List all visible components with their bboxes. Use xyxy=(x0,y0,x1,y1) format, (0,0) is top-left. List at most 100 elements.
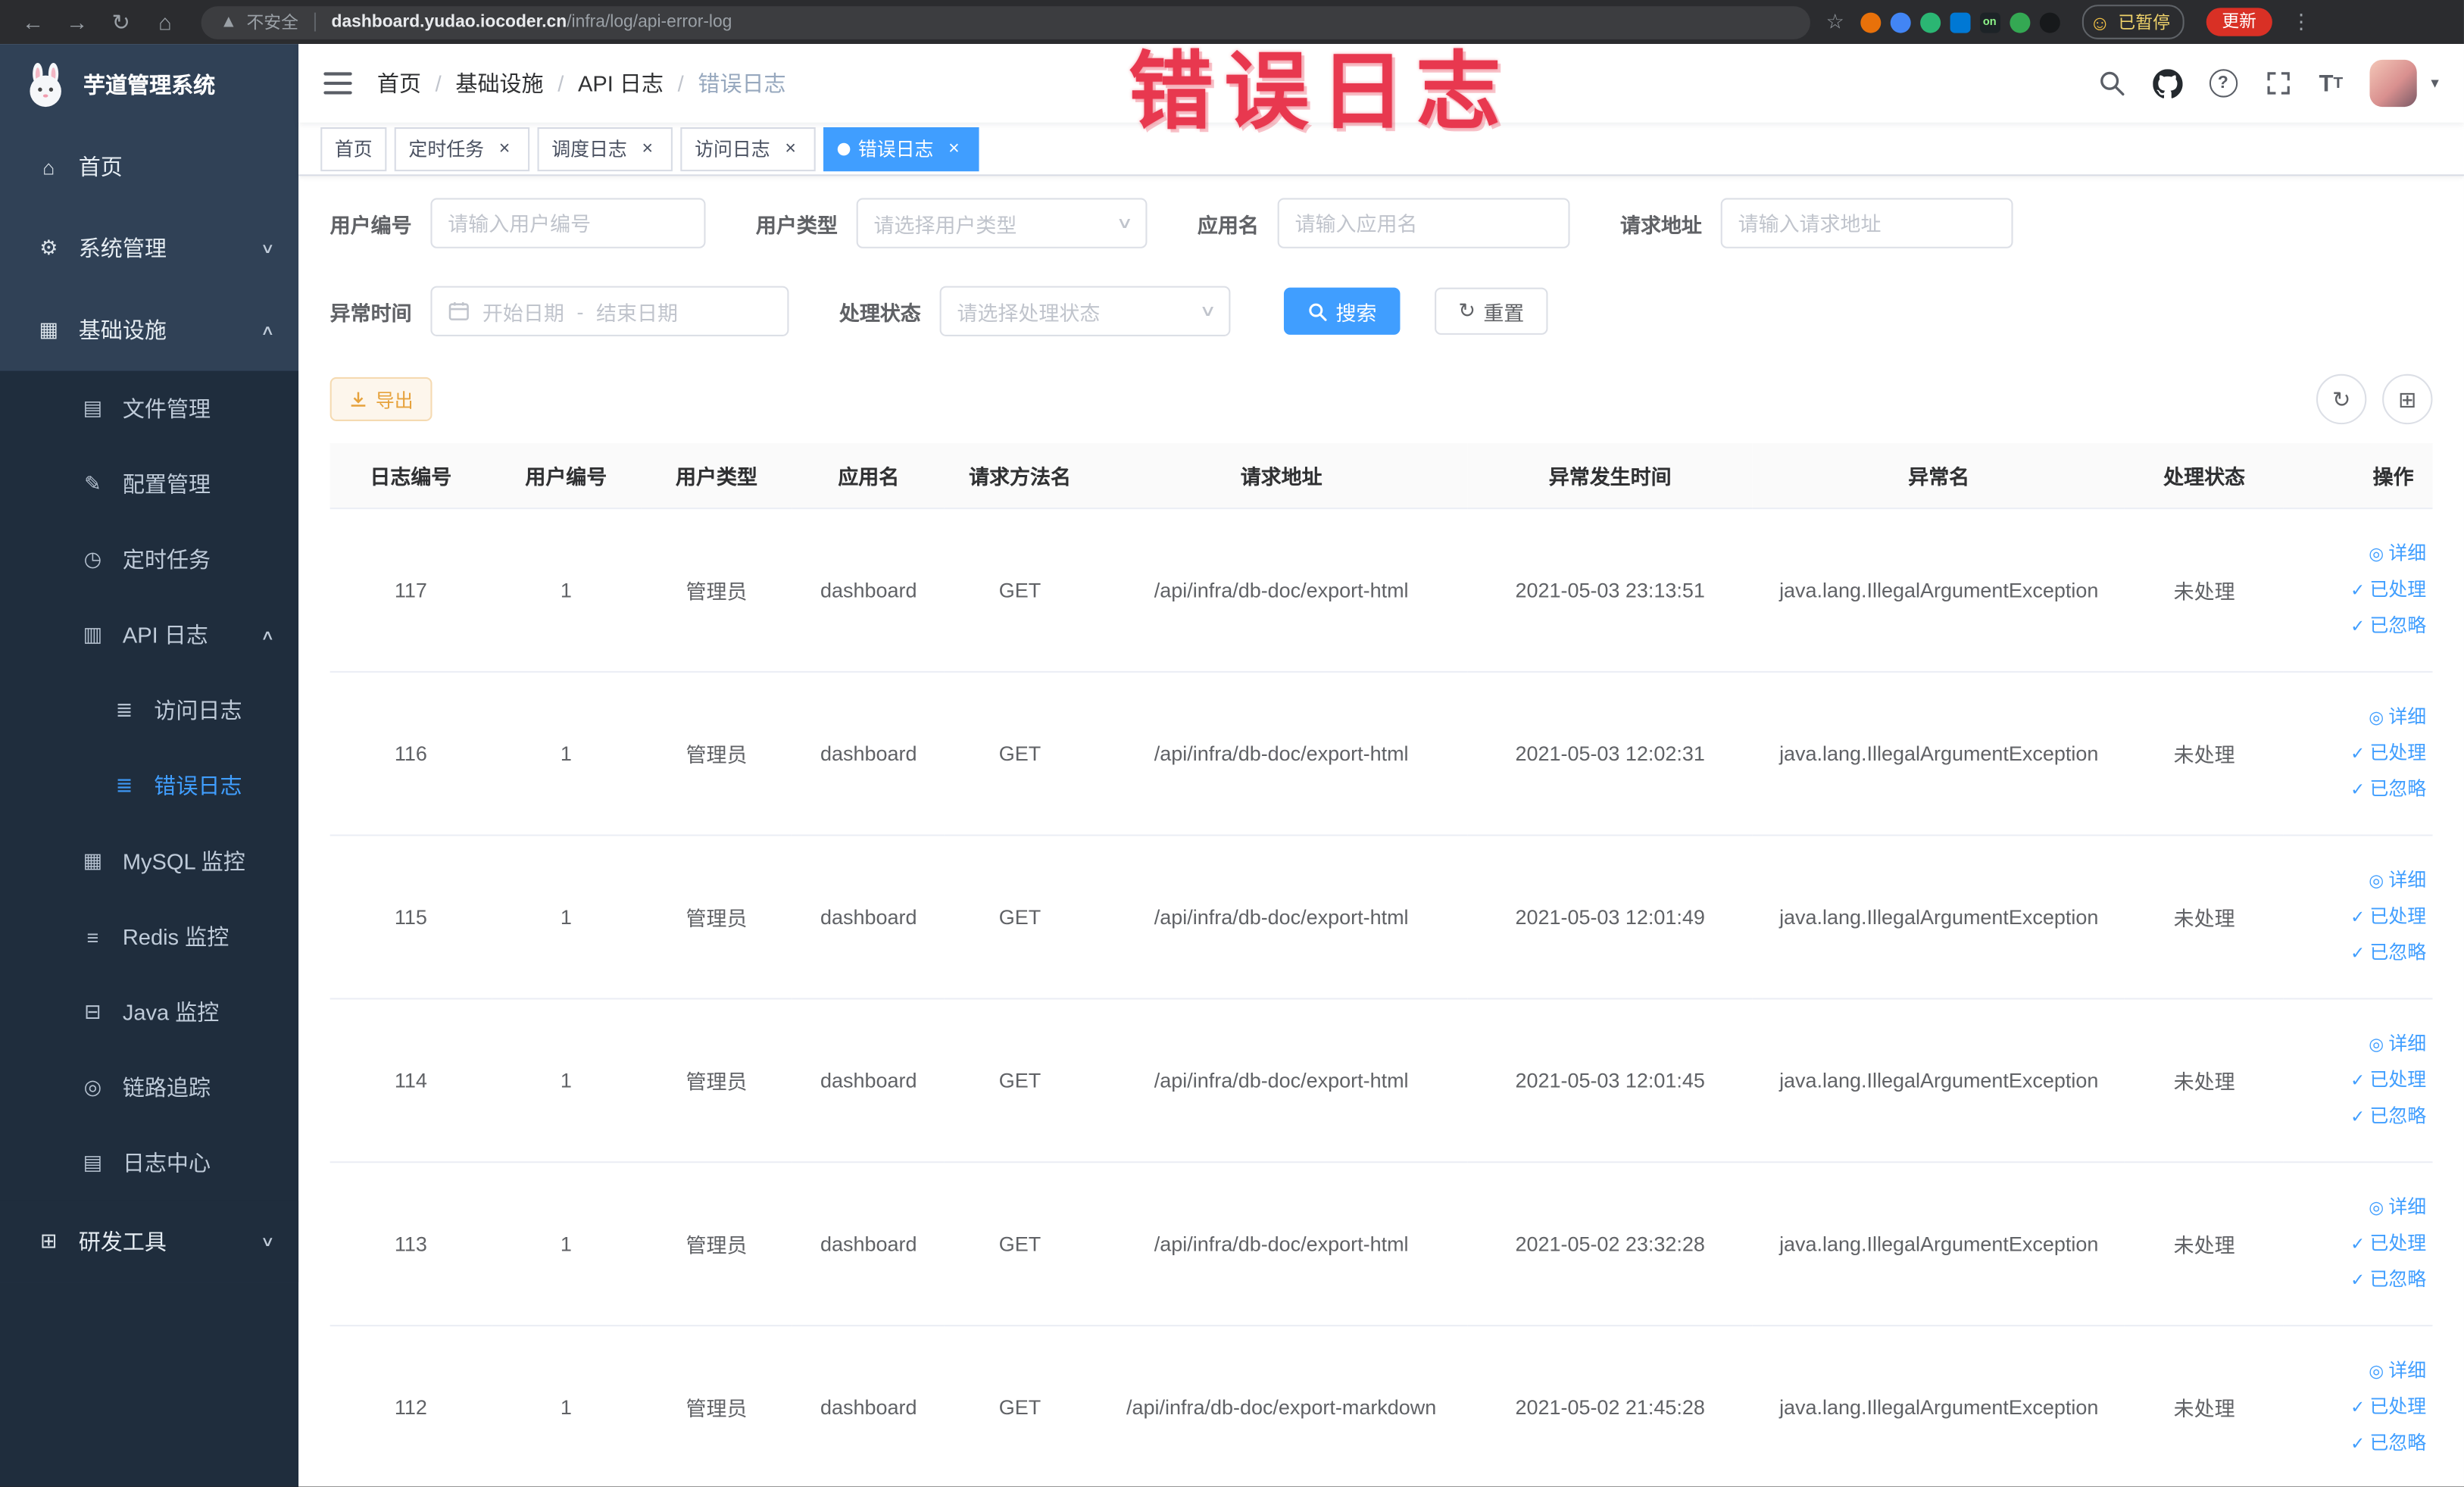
url-bar[interactable]: ▲ 不安全 dashboard.yudao.iocoder.cn/infra/l… xyxy=(201,5,1810,39)
processed-link[interactable]: ✓ 已处理 xyxy=(2285,736,2426,772)
extension-icon[interactable] xyxy=(2009,11,2030,33)
tab-error-log[interactable]: 错误日志 × xyxy=(823,127,979,171)
sidebar-item-system-management[interactable]: ⚙ 系统管理 ∨ xyxy=(0,208,298,289)
avatar[interactable] xyxy=(2369,59,2417,108)
close-tab-icon[interactable]: × xyxy=(943,136,965,160)
breadcrumb-infrastructure[interactable]: 基础设施 xyxy=(455,67,578,98)
extension-on-icon[interactable]: on xyxy=(1979,11,2000,33)
browser-profile-chip[interactable]: ☺ 已暂停 xyxy=(2081,5,2184,39)
user-type-label: 用户类型 xyxy=(755,213,838,237)
back-icon[interactable]: ← xyxy=(16,5,51,39)
cell-process-status: 未处理 xyxy=(2125,998,2284,1164)
sidebar-item-redis-monitor[interactable]: ≡ Redis 监控 xyxy=(0,899,298,975)
sidebar-item-dev-tools[interactable]: ⊞ 研发工具 ∨ xyxy=(0,1200,299,1282)
breadcrumb-home[interactable]: 首页 xyxy=(377,67,456,98)
ignored-link[interactable]: ✓ 已忽略 xyxy=(2285,1426,2426,1462)
extension-icon[interactable] xyxy=(1860,11,1881,33)
edit-icon: ✎ xyxy=(84,471,101,495)
breadcrumb-api-log[interactable]: API 日志 xyxy=(578,67,698,98)
extension-icon[interactable] xyxy=(1919,11,1941,33)
refresh-table-button[interactable]: ↻ xyxy=(2316,373,2367,425)
browser-menu-icon[interactable]: ⋮ xyxy=(2291,9,2312,34)
user-type-select[interactable]: 请选择用户类型 ∨ xyxy=(856,198,1148,248)
search-icon xyxy=(1309,302,1327,320)
close-tab-icon[interactable]: × xyxy=(779,136,801,160)
bookmark-star-icon[interactable]: ☆ xyxy=(1826,9,1844,34)
reset-button[interactable]: ↻ 重置 xyxy=(1435,287,1548,335)
clock-icon: ◷ xyxy=(83,546,102,571)
fullscreen-icon[interactable] xyxy=(2264,69,2292,97)
avatar-caret-icon[interactable]: ▾ xyxy=(2431,75,2438,92)
detail-link[interactable]: ◎ 详细 xyxy=(2285,1026,2426,1063)
tab-scheduled-tasks[interactable]: 定时任务 × xyxy=(394,127,530,171)
extension-icon[interactable] xyxy=(1949,11,1970,33)
tab-access-log[interactable]: 访问日志 × xyxy=(680,127,816,171)
sidebar-item-mysql-monitor[interactable]: ▦ MySQL 监控 xyxy=(0,823,298,899)
processed-link[interactable]: ✓ 已处理 xyxy=(2285,572,2426,608)
calendar-icon xyxy=(448,300,470,322)
detail-link[interactable]: ◎ 详细 xyxy=(2285,863,2426,899)
sidebar-item-scheduled-tasks[interactable]: ◷ 定时任务 xyxy=(0,522,298,598)
sidebar-item-api-log[interactable]: ▥ API 日志 ∧ xyxy=(0,597,298,673)
close-tab-icon[interactable]: × xyxy=(493,136,515,160)
menu-label: 文件管理 xyxy=(122,395,211,421)
detail-link[interactable]: ◎ 详细 xyxy=(2285,699,2426,736)
column-settings-button[interactable]: ⊞ xyxy=(2382,373,2433,425)
sidebar-item-config-management[interactable]: ✎ 配置管理 xyxy=(0,446,298,522)
view-icon: ◎ xyxy=(2369,1198,2384,1218)
processed-link[interactable]: ✓ 已处理 xyxy=(2285,1389,2426,1426)
search-icon[interactable] xyxy=(2097,69,2125,97)
github-icon[interactable] xyxy=(2152,68,2182,98)
detail-link[interactable]: ◎ 详细 xyxy=(2285,1353,2426,1389)
ignored-link[interactable]: ✓ 已忽略 xyxy=(2285,608,2426,645)
extension-paw-icon[interactable] xyxy=(2039,11,2060,33)
export-button[interactable]: 导出 xyxy=(329,376,433,421)
ignored-link[interactable]: ✓ 已忽略 xyxy=(2285,1098,2426,1135)
sidebar-item-home[interactable]: ⌂ 首页 xyxy=(0,126,298,208)
font-size-icon[interactable]: TT xyxy=(2319,70,2343,96)
request-url-input[interactable] xyxy=(1720,198,2013,248)
ignored-link[interactable]: ✓ 已忽略 xyxy=(2285,935,2426,971)
cell-log-id: 115 xyxy=(329,835,492,1000)
browser-update-button[interactable]: 更新 xyxy=(2206,8,2272,36)
ignored-link[interactable]: ✓ 已忽略 xyxy=(2285,1262,2426,1298)
detail-link[interactable]: ◎ 详细 xyxy=(2285,1189,2426,1226)
hamburger-icon[interactable] xyxy=(323,72,352,95)
ignored-link[interactable]: ✓ 已忽略 xyxy=(2285,772,2426,808)
app-name-input[interactable] xyxy=(1277,198,1570,248)
sidebar-item-log-center[interactable]: ▤ 日志中心 xyxy=(0,1125,298,1201)
date-range-picker[interactable]: 开始日期 - 结束日期 xyxy=(430,286,789,336)
processed-link[interactable]: ✓ 已处理 xyxy=(2285,1062,2426,1098)
processed-link[interactable]: ✓ 已处理 xyxy=(2285,899,2426,936)
check-icon: ✓ xyxy=(2350,581,2366,601)
processed-link[interactable]: ✓ 已处理 xyxy=(2285,1226,2426,1262)
cell-app-name: dashboard xyxy=(792,1162,945,1326)
search-button[interactable]: 搜索 xyxy=(1284,287,1401,335)
range-separator: - xyxy=(576,299,584,323)
check-icon: ✓ xyxy=(2350,745,2366,764)
sidebar-item-tracing[interactable]: ◎ 链路追踪 xyxy=(0,1050,298,1126)
sidebar-item-file-management[interactable]: ▤ 文件管理 xyxy=(0,371,298,447)
search-button-label: 搜索 xyxy=(1335,301,1377,325)
cell-log-id: 113 xyxy=(329,1162,492,1326)
sidebar-item-error-log[interactable]: ≣ 错误日志 xyxy=(0,748,298,824)
detail-link[interactable]: ◎ 详细 xyxy=(2285,536,2426,572)
start-date-placeholder: 开始日期 xyxy=(482,301,564,325)
sidebar-item-java-monitor[interactable]: ⊟ Java 监控 xyxy=(0,974,298,1050)
cell-app-name: dashboard xyxy=(792,998,945,1164)
sidebar-item-infrastructure[interactable]: ▦ 基础设施 ∧ xyxy=(0,289,298,371)
extension-icon[interactable] xyxy=(1890,11,1911,33)
sidebar-item-access-log[interactable]: ≣ 访问日志 xyxy=(0,673,298,748)
browser-home-icon[interactable]: ⌂ xyxy=(148,5,183,39)
app-logo[interactable]: 芋道管理系统 xyxy=(0,44,298,126)
tab-schedule-log[interactable]: 调度日志 × xyxy=(537,127,673,171)
cell-request-url: /api/infra/db-doc/export-html xyxy=(1095,835,1468,1000)
close-tab-icon[interactable]: × xyxy=(636,136,658,160)
forward-icon[interactable]: → xyxy=(60,5,95,39)
reload-icon[interactable]: ↻ xyxy=(104,5,139,39)
tab-home[interactable]: 首页 xyxy=(320,127,387,171)
app-shell: 芋道管理系统 ⌂ 首页 ⚙ 系统管理 ∨ ▦ 基础设施 ∧ ▤ 文件管理 ✎ 配… xyxy=(0,44,2464,1487)
help-icon[interactable]: ? xyxy=(2209,69,2238,98)
process-status-select[interactable]: 请选择处理状态 ∨ xyxy=(939,286,1231,336)
user-id-input[interactable] xyxy=(430,198,706,248)
